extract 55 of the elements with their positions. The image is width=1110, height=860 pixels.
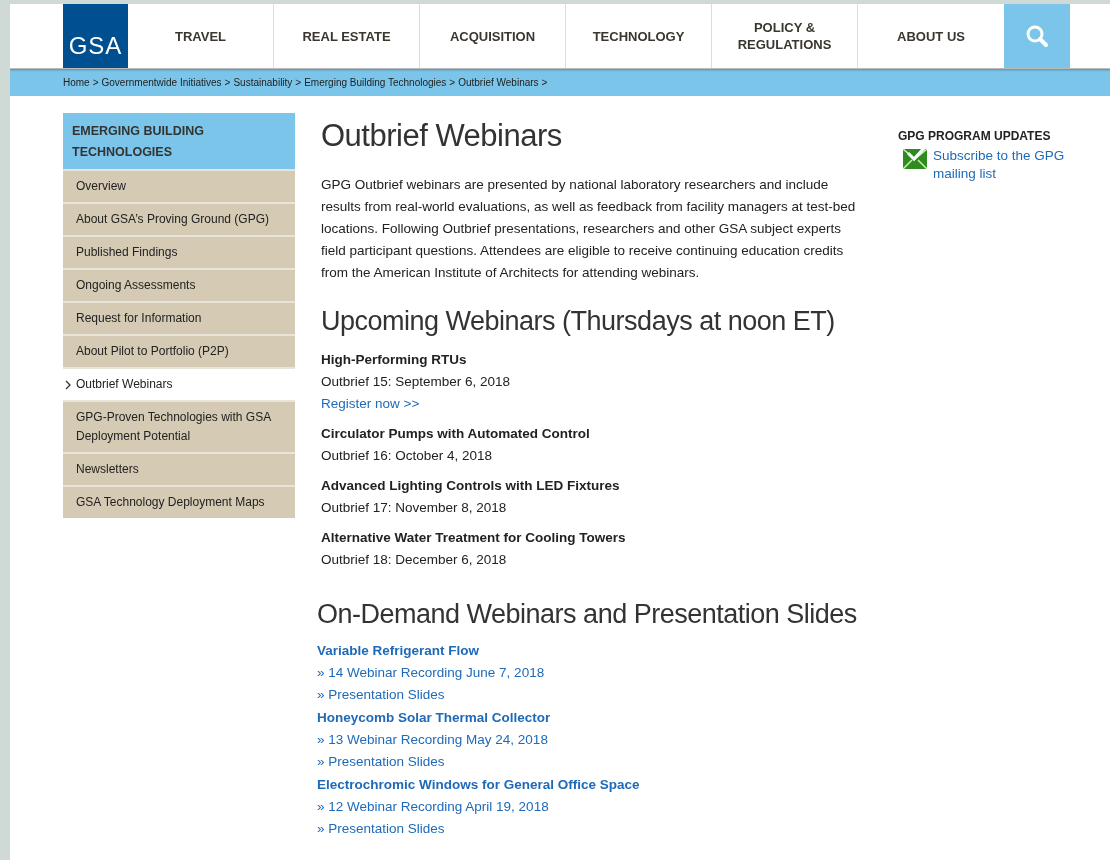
breadcrumb-separator: >: [541, 77, 548, 88]
resource-link[interactable]: » 12 Webinar Recording April 19, 2018: [317, 796, 549, 818]
nav-link[interactable]: ABOUT US: [858, 4, 1004, 68]
sidebar-item[interactable]: Overview: [63, 169, 295, 202]
breadcrumb-link[interactable]: Home: [63, 77, 90, 88]
breadcrumb-link[interactable]: Governmentwide Initiatives: [101, 77, 222, 88]
sidebar-item[interactable]: About GSA’s Proving Ground (GPG): [63, 202, 295, 235]
breadcrumb-link[interactable]: Sustainability: [233, 77, 293, 88]
nav-link[interactable]: ACQUISITION: [420, 4, 566, 68]
nav-link[interactable]: TECHNOLOGY: [566, 4, 712, 68]
nav-link[interactable]: POLICY & REGULATIONS: [712, 4, 858, 68]
intro-paragraph: GPG Outbrief webinars are presented by national laboratory researchers and include results from real-world evaluations, as well as feedback from facility managers at test-bed locations. Following Outbrief presentations, researchers and other GSA subject experts field participant questions. Attendees are eligible to receive continuing education credits from the American Institute of Architects for attending webinars.: [321, 176, 857, 282]
sidebar-title: EMERGING BUILDING TECHNOLOGIES: [63, 113, 295, 169]
breadcrumb-separator: >: [295, 77, 302, 88]
webinar-date: Outbrief 17: November 8, 2018: [321, 499, 507, 517]
webinar-title-link[interactable]: Honeycomb Solar Thermal Collector: [317, 707, 551, 729]
webinar-date: Outbrief 18: December 6, 2018: [321, 551, 507, 569]
gsa-logo[interactable]: GSA: [63, 4, 128, 68]
section-heading: Upcoming Webinars (Thursdays at noon ET): [321, 306, 836, 337]
webinar-title: Circulator Pumps with Automated Control: [321, 425, 590, 443]
webinar-date: Outbrief 16: October 4, 2018: [321, 447, 493, 465]
updates-heading: GPG PROGRAM UPDATES: [898, 129, 1052, 143]
sidebar-item[interactable]: GPG-Proven Technologies with GSA Deployment Potential: [63, 400, 295, 452]
webinar-title-link[interactable]: Electrochromic Windows for General Office Space: [317, 774, 640, 796]
breadcrumb-link[interactable]: Emerging Building Technologies: [304, 77, 447, 88]
breadcrumb-separator: >: [224, 77, 231, 88]
webinar-title: High-Performing RTUs: [321, 351, 467, 369]
sidebar-item[interactable]: Newsletters: [63, 452, 295, 485]
sidebar-item[interactable]: GSA Technology Deployment Maps: [63, 485, 295, 518]
nav-link[interactable]: TRAVEL: [128, 4, 274, 68]
section-heading: On-Demand Webinars and Presentation Slides: [317, 599, 858, 630]
chevron-icon: [65, 380, 72, 390]
sidebar-item[interactable]: Ongoing Assessments: [63, 268, 295, 301]
resource-link[interactable]: » Presentation Slides: [317, 818, 445, 840]
breadcrumb-link[interactable]: Outbrief Webinars: [458, 77, 539, 88]
resource-link[interactable]: » 13 Webinar Recording May 24, 2018: [317, 729, 548, 751]
page-title: Outbrief Webinars: [321, 118, 563, 154]
search-button[interactable]: [1004, 4, 1070, 68]
webinar-title-link[interactable]: Variable Refrigerant Flow: [317, 640, 480, 662]
resource-link[interactable]: » Presentation Slides: [317, 751, 445, 773]
breadcrumb-separator: >: [92, 77, 99, 88]
sidebar-item[interactable]: About Pilot to Portfolio (P2P): [63, 334, 295, 367]
subscribe-link[interactable]: Subscribe to the GPG mailing list: [933, 147, 1068, 183]
search-icon: [1025, 24, 1049, 48]
envelope-check-icon: [903, 147, 927, 169]
webinar-title: Alternative Water Treatment for Cooling Towers: [321, 529, 626, 547]
webinar-title: Advanced Lighting Controls with LED Fixtures: [321, 477, 620, 495]
register-link[interactable]: Register now >>: [321, 393, 420, 415]
webinar-date: Outbrief 15: September 6, 2018: [321, 373, 511, 391]
sidebar-item[interactable]: Published Findings: [63, 235, 295, 268]
resource-link[interactable]: » 14 Webinar Recording June 7, 2018: [317, 662, 545, 684]
sidebar-item[interactable]: Request for Information: [63, 301, 295, 334]
breadcrumb-separator: >: [449, 77, 456, 88]
nav-link[interactable]: REAL ESTATE: [274, 4, 420, 68]
resource-link[interactable]: » Presentation Slides: [317, 684, 445, 706]
